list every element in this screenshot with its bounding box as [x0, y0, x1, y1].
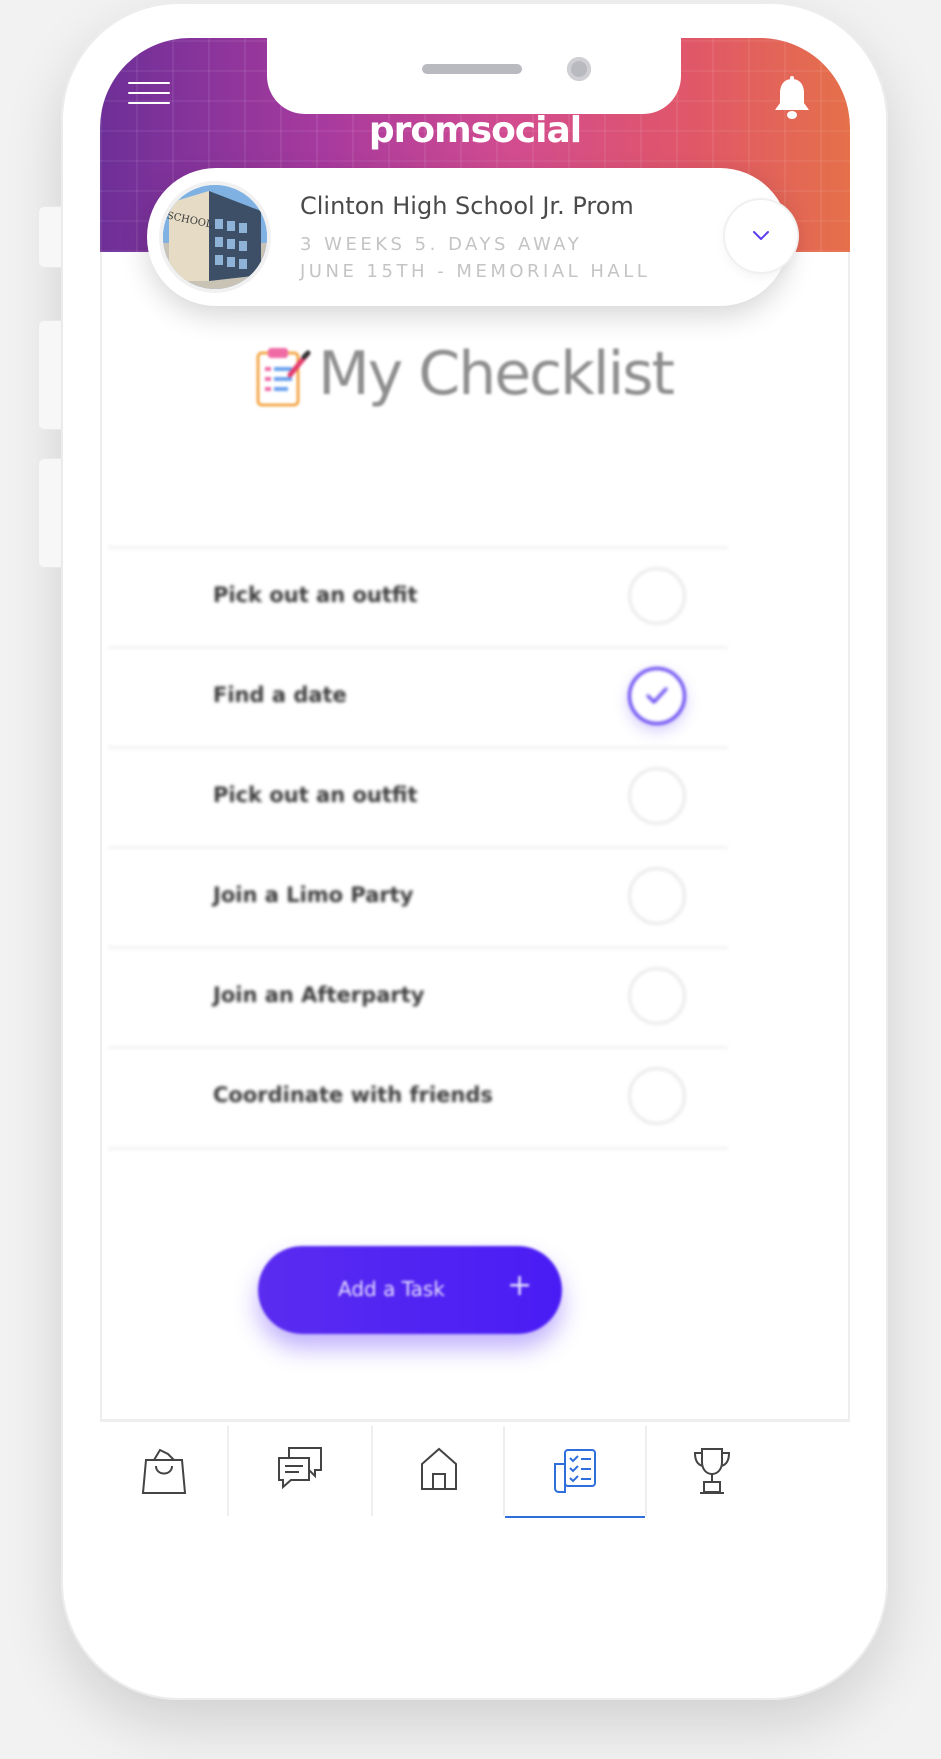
home-icon	[421, 1447, 457, 1490]
event-date-location: JUNE 15TH - MEMORIAL HALL	[300, 261, 651, 282]
tab-home[interactable]	[373, 1422, 503, 1516]
phone-volume-up-button	[38, 320, 62, 430]
shopping-bag-icon	[141, 1448, 187, 1494]
speaker-grille	[422, 64, 522, 74]
menu-button[interactable]	[128, 80, 170, 108]
camera-icon	[567, 57, 591, 81]
plus-icon: +	[507, 1268, 533, 1303]
tab-messages[interactable]	[229, 1422, 371, 1516]
task-row[interactable]: Coordinate with friends	[108, 1046, 728, 1150]
task-checkbox-checked[interactable]	[628, 667, 686, 725]
task-checkbox[interactable]	[628, 867, 686, 925]
trophy-icon	[693, 1448, 731, 1494]
event-dropdown-button[interactable]	[725, 200, 797, 272]
task-row[interactable]: Pick out an outfit	[108, 546, 728, 646]
event-title: Clinton High School Jr. Prom	[300, 192, 634, 220]
add-task-button[interactable]: Add a Task +	[258, 1246, 562, 1334]
checklist-title: My Checklist	[318, 339, 675, 409]
task-label: Coordinate with friends	[213, 1083, 493, 1107]
phone-volume-down-button	[38, 458, 62, 568]
task-checkbox[interactable]	[628, 1067, 686, 1125]
task-checkbox[interactable]	[628, 967, 686, 1025]
task-list: Pick out an outfit Find a date Pick out …	[108, 546, 728, 1150]
task-row[interactable]: Find a date	[108, 646, 728, 746]
task-row[interactable]: Join an Afterparty	[108, 946, 728, 1046]
task-label: Pick out an outfit	[213, 783, 418, 807]
bottom-tab-bar	[100, 1419, 850, 1659]
phone-side-button	[38, 206, 62, 268]
task-row[interactable]: Join a Limo Party	[108, 846, 728, 946]
tab-shop[interactable]	[100, 1422, 228, 1516]
task-row[interactable]: Pick out an outfit	[108, 746, 728, 846]
chat-icon	[278, 1447, 322, 1490]
event-card[interactable]: SCHOOL Clinton High School Jr. Prom 3 WE…	[147, 168, 797, 306]
tab-awards[interactable]	[647, 1422, 787, 1516]
checklist-icon	[554, 1449, 596, 1493]
chevron-down-icon	[753, 231, 769, 240]
checkmark-icon	[646, 687, 668, 704]
task-checkbox[interactable]	[628, 767, 686, 825]
app-brand-logo: promsocial	[368, 110, 582, 151]
task-checkbox[interactable]	[628, 567, 686, 625]
clipboard-icon	[254, 345, 314, 409]
event-venue-avatar: SCHOOL	[163, 185, 267, 289]
phone-notch	[267, 38, 681, 114]
app-screen: promsocial SCHOOL Clinton High School Jr…	[100, 38, 850, 1659]
tab-checklist[interactable]	[505, 1422, 645, 1518]
checklist-header: My Checklist	[100, 339, 850, 423]
task-label: Find a date	[213, 683, 347, 707]
add-task-label: Add a Task	[338, 1277, 445, 1301]
event-countdown: 3 WEEKS 5. DAYS AWAY	[300, 234, 583, 255]
task-label: Pick out an outfit	[213, 583, 418, 607]
task-label: Join an Afterparty	[213, 983, 425, 1007]
task-label: Join a Limo Party	[213, 883, 414, 907]
